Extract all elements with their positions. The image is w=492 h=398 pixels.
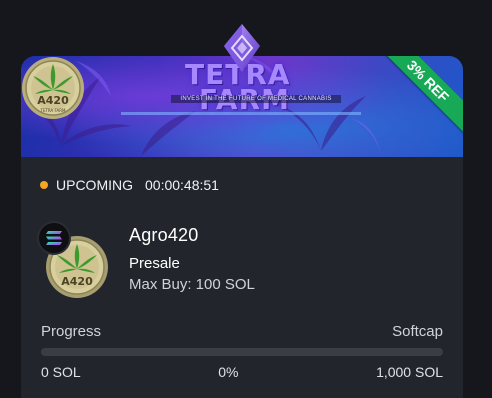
progress-bar [41,348,443,356]
status-dot-icon [40,181,48,189]
progress-percent: 0% [218,364,239,380]
token-name[interactable]: Agro420 [129,225,198,246]
sale-status: UPCOMING 00:00:48:51 [40,176,219,194]
token-avatar: A420 [37,221,108,301]
banner-coin-subtext: TETRA FARM [40,108,66,113]
max-buy: Max Buy: 100 SOL [129,276,255,293]
banner-coin-logo: A420 TETRA FARM [22,57,84,119]
raised-amount: 0 SOL [41,364,81,380]
softcap-amount: 1,000 SOL [376,364,443,380]
solana-icon [37,221,71,255]
progress-values: 0 SOL 0% 1,000 SOL [41,364,443,380]
presale-card[interactable]: TETRA FARM INVEST IN THE FUTURE OF MEDIC… [21,56,463,398]
countdown-timer: 00:00:48:51 [145,177,219,193]
progress-label: Progress [41,323,102,340]
token-coin-text: A420 [61,275,93,288]
banner-tagline: INVEST IN THE FUTURE OF MEDICAL CANNABIS [171,95,341,103]
status-label: UPCOMING [56,177,133,193]
sale-type: Presale [129,255,180,272]
platform-crystal-logo [224,24,260,72]
progress-labels: Progress Softcap [41,323,443,340]
banner-coin-text: A420 [37,94,69,107]
presale-page: TETRA FARM INVEST IN THE FUTURE OF MEDIC… [0,0,492,398]
softcap-label: Softcap [392,323,443,340]
